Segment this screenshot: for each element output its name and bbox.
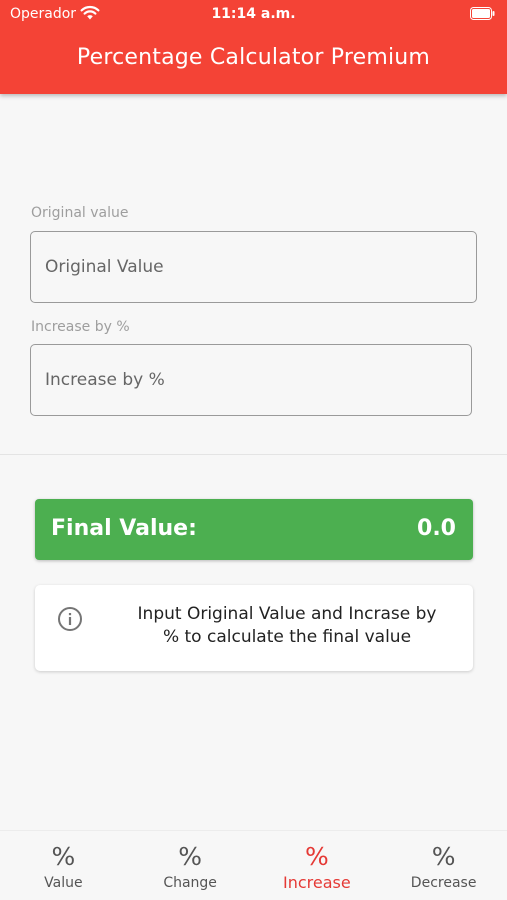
nav-label-value: Value: [44, 875, 83, 891]
nav-item-increase[interactable]: % Increase: [254, 831, 381, 900]
nav-label-change: Change: [163, 875, 217, 891]
info-icon: [58, 607, 82, 631]
increase-percent-label: Increase by %: [31, 319, 130, 335]
percent-icon: %: [431, 842, 456, 871]
app-title: Percentage Calculator Premium: [76, 45, 431, 70]
nav-item-decrease[interactable]: % Decrease: [380, 831, 507, 900]
bottom-navigation: % Value % Change % Increase % Decrease: [0, 830, 507, 900]
final-value-label: Final Value:: [51, 516, 197, 541]
battery-icon: [470, 7, 495, 20]
section-divider: [0, 454, 507, 455]
final-value-bar: Final Value: 0.0: [35, 499, 473, 560]
original-value-input[interactable]: [30, 231, 477, 303]
info-message: Input Original Value and Incrase by % to…: [137, 604, 437, 647]
nav-item-value[interactable]: % Value: [0, 831, 127, 900]
percent-icon: %: [51, 842, 76, 871]
status-bar: Operador 11:14 a.m.: [0, 0, 507, 30]
app-bar: Operador 11:14 a.m. Percentage Calculato…: [0, 0, 507, 94]
nav-label-increase: Increase: [283, 873, 351, 892]
percent-icon: %: [304, 842, 329, 871]
percent-icon: %: [178, 842, 202, 871]
status-time: 11:14 a.m.: [211, 6, 296, 22]
info-card: Input Original Value and Incrase by % to…: [35, 585, 473, 671]
original-value-label: Original value: [31, 205, 129, 221]
nav-item-change[interactable]: % Change: [127, 831, 254, 900]
increase-percent-input[interactable]: [30, 344, 472, 416]
nav-label-decrease: Decrease: [410, 875, 477, 891]
final-value-amount: 0.0: [417, 516, 456, 541]
